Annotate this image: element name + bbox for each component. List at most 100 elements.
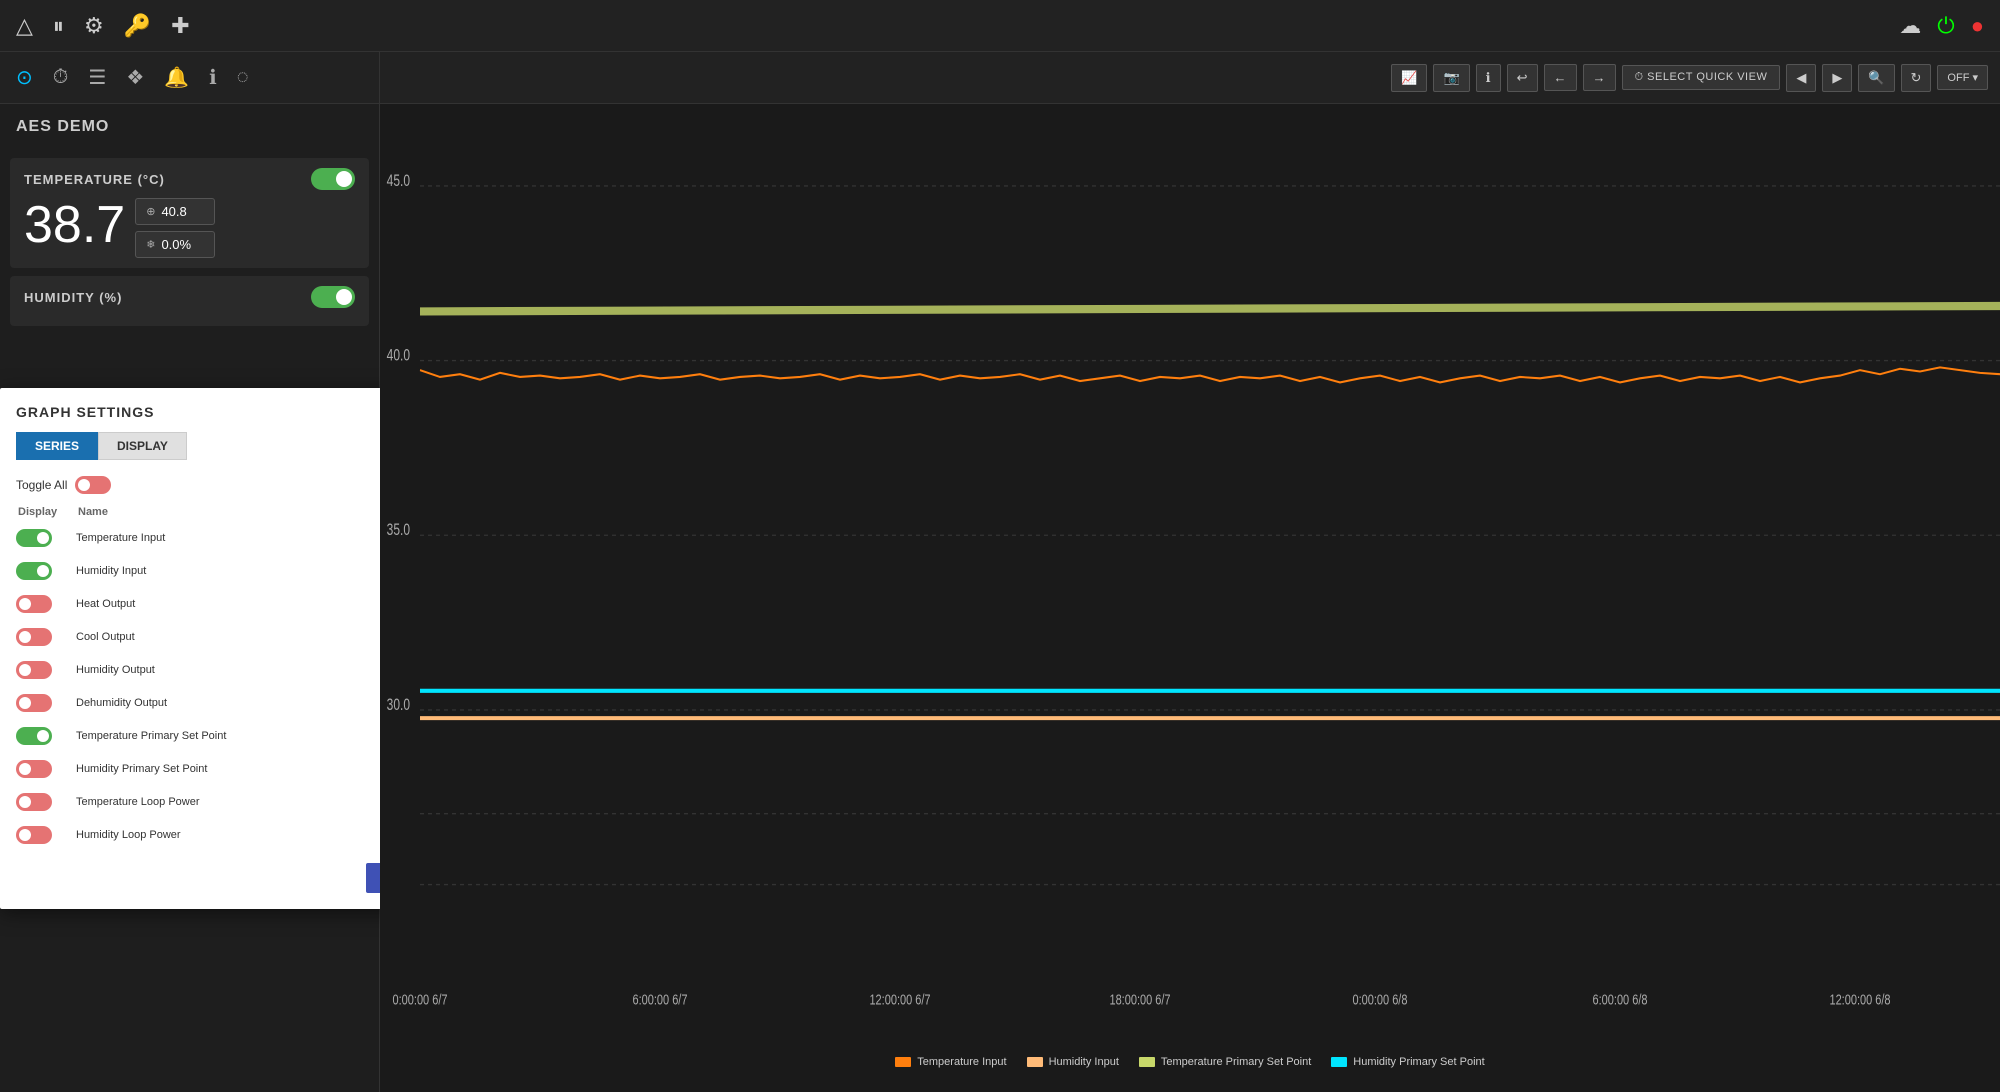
legend-label-humidity-setpoint: Humidity Primary Set Point xyxy=(1353,1056,1484,1068)
nav-left-button[interactable]: ◀ xyxy=(1786,64,1816,92)
cloud-icon[interactable]: ☁ xyxy=(1899,13,1921,39)
sidebar: ⊙ ⏱ ☰ ❖ 🔔 ℹ ◌ AES DEMO TEMPERATURE (°C) … xyxy=(0,52,380,1092)
series-toggle-4[interactable] xyxy=(16,661,52,679)
temperature-value: 38.7 xyxy=(24,199,125,251)
triangle-alert-icon[interactable]: △ xyxy=(16,13,33,39)
temperature-output[interactable]: ❄ 0.0% xyxy=(135,231,215,258)
bell-icon[interactable]: 🔔 xyxy=(164,65,189,90)
legend-color-humidity-input xyxy=(1027,1057,1043,1067)
series-toggle-1[interactable] xyxy=(16,562,52,580)
zoom-button[interactable]: 🔍 xyxy=(1858,64,1894,92)
select-quick-view-button[interactable]: ⏱ SELECT QUICK VIEW xyxy=(1622,65,1781,90)
svg-text:0:00:00 6/8: 0:00:00 6/8 xyxy=(1353,991,1408,1008)
tab-series[interactable]: SERIES xyxy=(16,432,98,460)
col-name: Name xyxy=(78,506,380,518)
series-toggle-8[interactable] xyxy=(16,793,52,811)
humidity-card: HUMIDITY (%) xyxy=(10,276,369,326)
legend-temperature-setpoint: Temperature Primary Set Point xyxy=(1139,1056,1311,1068)
series-header: Display Name Color xyxy=(16,506,380,518)
off-button[interactable]: OFF ▾ xyxy=(1937,65,1988,90)
camera-button[interactable]: 📷 xyxy=(1433,64,1469,92)
svg-text:12:00:00 6/7: 12:00:00 6/7 xyxy=(869,991,930,1008)
legend-color-temperature-setpoint xyxy=(1139,1057,1155,1067)
temperature-card: TEMPERATURE (°C) 38.7 ⊕ 40.8 ❄ 0.0% xyxy=(10,158,369,268)
modal-footer: SUBMIT CANCEL xyxy=(16,863,380,893)
chart-toolbar: 📈 📷 ℹ ↩ ← → ⏱ SELECT QUICK VIEW ◀ ▶ 🔍 ↻ … xyxy=(380,52,2000,104)
series-row: Dehumidity Output xyxy=(16,689,380,717)
legend-humidity-setpoint: Humidity Primary Set Point xyxy=(1331,1056,1484,1068)
power-icon[interactable]: ⏻ xyxy=(1937,13,1954,39)
chart-legend: Temperature Input Humidity Input Tempera… xyxy=(380,1032,2000,1092)
series-name-5: Dehumidity Output xyxy=(76,697,380,709)
settings-icon[interactable]: ⚙ xyxy=(84,13,104,39)
toggle-all-switch[interactable] xyxy=(75,476,111,494)
list-icon[interactable]: ☰ xyxy=(88,65,106,90)
legend-label-temperature-setpoint: Temperature Primary Set Point xyxy=(1161,1056,1311,1068)
svg-text:45.0: 45.0 xyxy=(387,172,410,190)
humidity-label: HUMIDITY (%) xyxy=(24,290,122,305)
temperature-toggle[interactable] xyxy=(311,168,355,190)
pause-icon[interactable]: ⏸ xyxy=(53,13,64,39)
series-name-2: Heat Output xyxy=(76,598,380,610)
refresh-button[interactable]: ↻ xyxy=(1901,64,1932,92)
chart-area: 📈 📷 ℹ ↩ ← → ⏱ SELECT QUICK VIEW ◀ ▶ 🔍 ↻ … xyxy=(380,52,2000,1092)
temperature-setpoint[interactable]: ⊕ 40.8 xyxy=(135,198,215,225)
info-button[interactable]: ℹ xyxy=(1476,64,1501,92)
series-toggle-3[interactable] xyxy=(16,628,52,646)
wifi-indicator-icon: ● xyxy=(1971,13,1984,39)
arrow-left-button[interactable]: ← xyxy=(1544,64,1577,91)
undo-button[interactable]: ↩ xyxy=(1507,64,1538,92)
toggle-all-row: Toggle All xyxy=(16,476,380,494)
series-row: Humidity Output xyxy=(16,656,380,684)
col-display: Display xyxy=(18,506,78,518)
series-name-6: Temperature Primary Set Point xyxy=(76,730,380,742)
info-icon[interactable]: ℹ xyxy=(209,65,217,90)
home-icon[interactable]: ⊙ xyxy=(16,65,33,90)
timer-icon[interactable]: ⏱ xyxy=(53,66,69,89)
series-row: Temperature Loop Power xyxy=(16,788,380,816)
legend-label-humidity-input: Humidity Input xyxy=(1049,1056,1119,1068)
series-table: Temperature Input Humidity Input Heat Ou… xyxy=(16,524,380,849)
series-row: Humidity Loop Power xyxy=(16,821,380,849)
series-name-8: Temperature Loop Power xyxy=(76,796,380,808)
svg-text:40.0: 40.0 xyxy=(387,347,410,365)
series-toggle-0[interactable] xyxy=(16,529,52,547)
series-row: Temperature Primary Set Point xyxy=(16,722,380,750)
svg-text:35.0: 35.0 xyxy=(387,522,410,540)
series-row: Heat Output xyxy=(16,590,380,618)
series-toggle-5[interactable] xyxy=(16,694,52,712)
key-icon[interactable]: 🔑 xyxy=(124,13,151,39)
arrow-right-button[interactable]: → xyxy=(1583,64,1616,91)
nav-right-button[interactable]: ▶ xyxy=(1822,64,1852,92)
tab-display[interactable]: DISPLAY xyxy=(98,432,187,460)
chart-container: 45.0 40.0 35.0 30.0 0:00:00 6/7 xyxy=(380,104,2000,1032)
svg-text:6:00:00 6/8: 6:00:00 6/8 xyxy=(1593,991,1648,1008)
plus-medical-icon[interactable]: ✚ xyxy=(171,13,189,39)
svg-text:30.0: 30.0 xyxy=(387,696,410,714)
svg-text:6:00:00 6/7: 6:00:00 6/7 xyxy=(633,991,688,1008)
svg-text:0:00:00 6/7: 0:00:00 6/7 xyxy=(393,991,448,1008)
chart-svg: 45.0 40.0 35.0 30.0 0:00:00 6/7 xyxy=(380,104,2000,1032)
series-name-1: Humidity Input xyxy=(76,565,380,577)
submit-button[interactable]: SUBMIT xyxy=(366,863,380,893)
svg-text:18:00:00 6/7: 18:00:00 6/7 xyxy=(1109,991,1170,1008)
series-name-9: Humidity Loop Power xyxy=(76,829,380,841)
line-chart-button[interactable]: 📈 xyxy=(1391,64,1427,92)
temperature-controls: ⊕ 40.8 ❄ 0.0% xyxy=(135,198,215,258)
series-toggle-9[interactable] xyxy=(16,826,52,844)
cube-icon[interactable]: ❖ xyxy=(126,65,144,90)
series-toggle-7[interactable] xyxy=(16,760,52,778)
series-name-0: Temperature Input xyxy=(76,532,380,544)
legend-color-temperature-input xyxy=(895,1057,911,1067)
series-name-4: Humidity Output xyxy=(76,664,380,676)
humidity-toggle[interactable] xyxy=(311,286,355,308)
modal-tabs: SERIES DISPLAY xyxy=(16,432,380,460)
top-nav: △ ⏸ ⚙ 🔑 ✚ ☁ ⏻ ● xyxy=(0,0,2000,52)
modal-title: GRAPH SETTINGS xyxy=(16,404,380,420)
series-toggle-6[interactable] xyxy=(16,727,52,745)
series-row: Temperature Input xyxy=(16,524,380,552)
second-nav: ⊙ ⏱ ☰ ❖ 🔔 ℹ ◌ xyxy=(0,52,380,104)
eye-slash-icon[interactable]: ◌ xyxy=(237,66,249,89)
series-name-3: Cool Output xyxy=(76,631,380,643)
series-toggle-2[interactable] xyxy=(16,595,52,613)
